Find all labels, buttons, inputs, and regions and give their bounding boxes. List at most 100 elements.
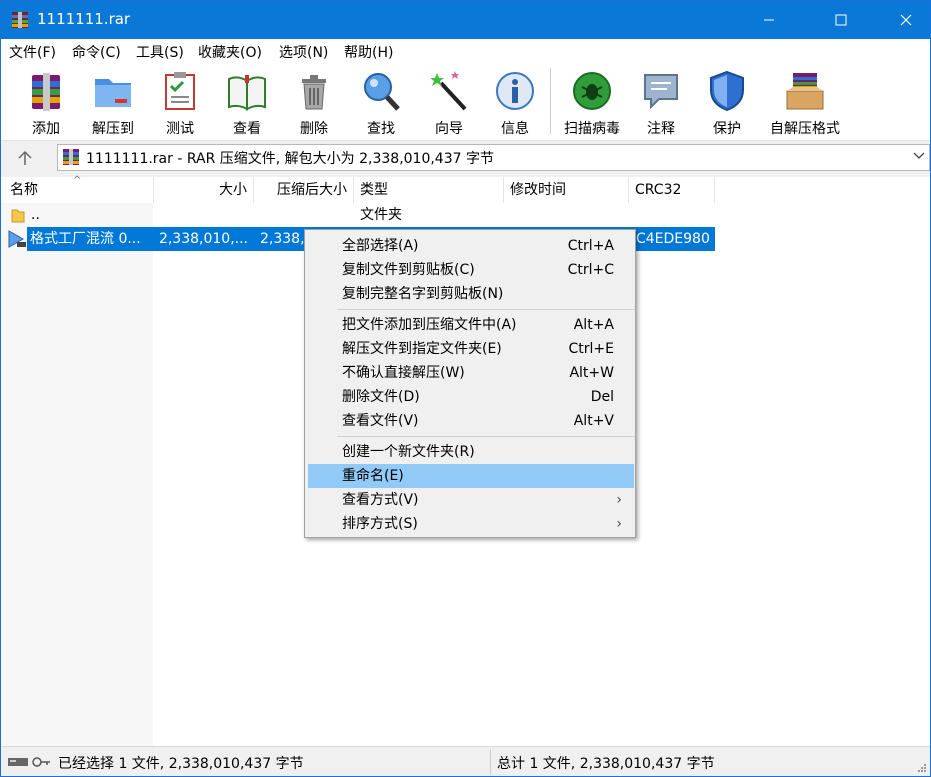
book-icon xyxy=(228,75,266,111)
close-button[interactable] xyxy=(883,1,929,39)
virus-scan-button[interactable]: 扫描病毒 xyxy=(557,67,627,139)
column-header-packed[interactable]: 压缩后大小 xyxy=(254,177,354,203)
checklist-icon xyxy=(165,72,195,110)
address-field[interactable]: 1111111.rar - RAR 压缩文件, 解包大小为 2,338,010,… xyxy=(57,144,930,171)
status-divider xyxy=(490,749,491,775)
menu-delete-files[interactable]: 删除文件(D) Del xyxy=(308,385,634,409)
menu-item-label: 查看方式(V) xyxy=(342,492,419,508)
delete-label: 删除 xyxy=(300,121,328,137)
row-name: .. xyxy=(31,207,40,223)
sort-ascending-icon: ^ xyxy=(73,175,82,186)
maximize-button[interactable] xyxy=(818,1,864,39)
column-header-type[interactable]: 类型 xyxy=(354,177,504,203)
menu-item-label: 全部选择(A) xyxy=(342,238,419,254)
menu-separator xyxy=(337,309,635,310)
magic-wand-icon xyxy=(430,71,467,111)
row-name: 格式工厂混流 0... xyxy=(30,231,141,247)
minimize-button[interactable] xyxy=(746,1,792,39)
status-total-text: 总计 1 文件, 2,338,010,437 字节 xyxy=(497,756,715,772)
toolbar: 添加 解压到 测试 查看 删除 查找 向导 信息 扫描病毒 注释 保护 自解压格… xyxy=(1,64,930,141)
comment-icon xyxy=(644,74,678,110)
menu-item-shortcut: Alt+W xyxy=(569,365,614,381)
menu-separator xyxy=(337,436,635,437)
protect-button[interactable]: 保护 xyxy=(698,67,756,139)
menu-file[interactable]: 文件(F) xyxy=(9,42,56,62)
protect-label: 保护 xyxy=(713,121,741,137)
column-header-size[interactable]: 大小 xyxy=(154,177,254,203)
chevron-down-icon xyxy=(913,152,925,159)
add-button[interactable]: 添加 xyxy=(15,67,77,139)
menu-item-shortcut: Alt+V xyxy=(573,413,614,429)
winrar-window: 1111111.rar 文件(F) 命令(C) 工具(S) 收藏夹(O) 选项(… xyxy=(0,0,931,777)
menu-bar: 文件(F) 命令(C) 工具(S) 收藏夹(O) 选项(N) 帮助(H) xyxy=(1,39,930,64)
menu-sort-mode[interactable]: 排序方式(S) › xyxy=(308,512,634,536)
wizard-button[interactable]: 向导 xyxy=(419,67,479,139)
up-folder-button[interactable] xyxy=(11,146,39,170)
wizard-label: 向导 xyxy=(435,121,463,137)
extract-to-label: 解压到 xyxy=(92,121,134,137)
find-label: 查找 xyxy=(367,121,395,137)
menu-item-shortcut: Ctrl+E xyxy=(568,341,615,357)
find-button[interactable]: 查找 xyxy=(351,67,411,139)
menu-item-shortcut: Ctrl+A xyxy=(567,238,614,254)
menu-copy-files[interactable]: 复制文件到剪贴板(C) Ctrl+C xyxy=(308,258,634,282)
menu-select-all[interactable]: 全部选择(A) Ctrl+A xyxy=(308,234,634,258)
comment-button[interactable]: 注释 xyxy=(632,67,690,139)
menu-help[interactable]: 帮助(H) xyxy=(344,42,393,62)
window-title: 1111111.rar xyxy=(37,10,131,28)
trash-icon xyxy=(302,75,326,110)
column-header-crc[interactable]: CRC32 xyxy=(629,177,715,203)
title-bar[interactable]: 1111111.rar xyxy=(1,1,930,39)
view-button[interactable]: 查看 xyxy=(217,67,277,139)
menu-rename[interactable]: 重命名(E) xyxy=(308,464,634,488)
menu-create-folder[interactable]: 创建一个新文件夹(R) xyxy=(308,440,634,464)
column-header-name-label: 名称 xyxy=(10,182,38,198)
submenu-arrow-icon: › xyxy=(616,492,622,508)
menu-add-to-archive[interactable]: 把文件添加到压缩文件中(A) Alt+A xyxy=(308,313,634,337)
menu-extract-without-confirm[interactable]: 不确认直接解压(W) Alt+W xyxy=(308,361,634,385)
status-bar: 已经选择 1 文件, 2,338,010,437 字节 总计 1 文件, 2,3… xyxy=(1,746,930,776)
close-icon xyxy=(900,14,912,26)
address-dropdown-button[interactable] xyxy=(913,148,925,164)
resize-grip-icon[interactable] xyxy=(917,763,927,773)
view-label: 查看 xyxy=(233,121,261,137)
test-button[interactable]: 测试 xyxy=(151,67,209,139)
minimize-icon xyxy=(764,19,774,21)
menu-tools[interactable]: 工具(S) xyxy=(136,42,184,62)
shield-icon xyxy=(710,70,744,112)
menu-item-label: 创建一个新文件夹(R) xyxy=(342,444,475,460)
menu-favorites[interactable]: 收藏夹(O) xyxy=(198,42,262,62)
info-label: 信息 xyxy=(501,121,529,137)
context-menu: 全部选择(A) Ctrl+A 复制文件到剪贴板(C) Ctrl+C 复制完整名字… xyxy=(304,229,636,538)
sfx-button[interactable]: 自解压格式 xyxy=(763,67,847,139)
address-text: 1111111.rar - RAR 压缩文件, 解包大小为 2,338,010,… xyxy=(86,151,494,167)
comment-label: 注释 xyxy=(647,121,675,137)
menu-view-file[interactable]: 查看文件(V) Alt+V xyxy=(308,409,634,433)
menu-extract-to-folder[interactable]: 解压文件到指定文件夹(E) Ctrl+E xyxy=(308,337,634,361)
column-header-modified[interactable]: 修改时间 xyxy=(504,177,629,203)
column-header-name[interactable]: 名称 ^ xyxy=(1,175,154,203)
row-size: 2,338,010,... xyxy=(158,231,248,247)
video-file-icon xyxy=(8,230,26,248)
row-crc: C4EDE980 xyxy=(636,231,710,247)
menu-item-label: 查看文件(V) xyxy=(342,413,419,429)
menu-item-shortcut: Ctrl+C xyxy=(567,262,614,278)
menu-item-shortcut: Del xyxy=(590,389,614,405)
up-arrow-icon xyxy=(18,150,32,165)
menu-options[interactable]: 选项(N) xyxy=(279,42,328,62)
menu-item-label: 不确认直接解压(W) xyxy=(342,365,465,381)
name-column-background xyxy=(1,177,153,746)
sfx-label: 自解压格式 xyxy=(770,121,840,137)
menu-copy-full-names[interactable]: 复制完整名字到剪贴板(N) xyxy=(308,282,634,306)
delete-button[interactable]: 删除 xyxy=(285,67,343,139)
menu-command[interactable]: 命令(C) xyxy=(72,42,121,62)
table-row[interactable]: .. 文件夹 xyxy=(1,203,930,227)
test-label: 测试 xyxy=(166,121,194,137)
extract-to-button[interactable]: 解压到 xyxy=(83,67,143,139)
virus-scan-icon xyxy=(573,72,611,110)
info-button[interactable]: 信息 xyxy=(485,67,545,139)
menu-view-mode[interactable]: 查看方式(V) › xyxy=(308,488,634,512)
info-icon xyxy=(496,72,534,110)
row-packed: 2,338, xyxy=(260,231,304,247)
maximize-icon xyxy=(835,14,847,26)
